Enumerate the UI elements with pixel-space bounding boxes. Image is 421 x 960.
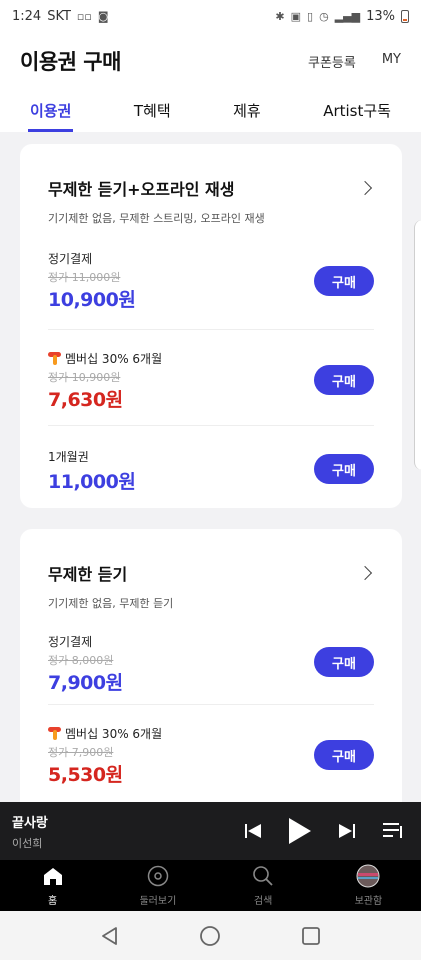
plan-label: 정기결제	[48, 252, 93, 266]
search-icon	[251, 864, 275, 888]
nav-home-label: 홈	[48, 896, 58, 907]
nav-search[interactable]: 검색	[223, 864, 303, 907]
card-title: 무제한 듣기+오프라인 재생	[48, 180, 235, 199]
card-header[interactable]: 무제한 듣기+오프라인 재생	[48, 144, 374, 200]
home-button-icon[interactable]	[199, 925, 221, 947]
coupon-register-link[interactable]: 쿠폰등록	[308, 52, 356, 71]
tab-artist-subscription[interactable]: Artist구독	[323, 90, 391, 132]
nav-home[interactable]: 홈	[13, 864, 93, 907]
previous-track-icon[interactable]	[245, 823, 261, 839]
battery-percent: 13%	[366, 8, 395, 24]
nav-library-label: 보관함	[354, 896, 383, 907]
back-icon[interactable]	[99, 925, 121, 947]
plan-label: 멤버십 30% 6개월	[65, 727, 163, 741]
status-carrier: SKT	[47, 8, 71, 24]
bluetooth-icon: ✱	[275, 9, 285, 23]
buy-button[interactable]: 구매	[314, 365, 374, 395]
page-header: 이용권 구매 쿠폰등록 MY	[0, 32, 421, 90]
card-description: 기기제한 없음, 무제한 스트리밍, 오프라인 재생	[48, 212, 265, 225]
mini-player[interactable]: 끝사랑 이선희	[0, 802, 421, 860]
bottom-navigation: 홈 둘러보기 검색 보관함	[0, 860, 421, 911]
buy-button[interactable]: 구매	[314, 740, 374, 770]
nav-browse[interactable]: 둘러보기	[118, 864, 198, 907]
recents-icon[interactable]	[300, 925, 322, 947]
pass-card-unlimited: 무제한 듣기 기기제한 없음, 무제한 듣기 정기결제 정가 8,000원 7,…	[20, 529, 402, 802]
status-bar: 1:24 SKT ▫▫ ◙ ✱ ▣ ▯ ◷ ▂▄▆ 13%	[0, 0, 421, 32]
next-track-icon[interactable]	[339, 823, 355, 839]
playlist-icon[interactable]	[383, 822, 403, 840]
t-membership-logo-icon	[48, 727, 61, 740]
plan-label: 멤버십 30% 6개월	[65, 352, 163, 366]
signal-icon: ▂▄▆	[334, 9, 361, 23]
my-link[interactable]: MY	[382, 52, 401, 71]
tab-bar: 이용권 T혜택 제휴 Artist구독	[0, 90, 421, 132]
notification-icon: ▫▫	[76, 9, 92, 23]
home-icon	[41, 864, 65, 888]
status-time: 1:24	[12, 8, 42, 24]
now-playing-info[interactable]: 끝사랑 이선희	[12, 812, 48, 851]
battery-icon	[401, 9, 409, 23]
now-playing-title: 끝사랑	[12, 815, 48, 831]
t-membership-logo-icon	[48, 352, 61, 365]
edge-panel-handle[interactable]	[414, 220, 421, 470]
alarm-icon: ◷	[319, 9, 329, 23]
buy-button[interactable]: 구매	[314, 266, 374, 296]
system-navigation-bar	[0, 911, 421, 960]
nav-search-label: 검색	[253, 896, 273, 907]
tab-t-benefits[interactable]: T혜택	[134, 90, 171, 132]
gamepad-icon: ◙	[97, 9, 109, 23]
card-title: 무제한 듣기	[48, 565, 128, 584]
buy-button[interactable]: 구매	[314, 454, 374, 484]
page-title: 이용권 구매	[20, 50, 121, 74]
plan-row: 정기결제 정가 11,000원 10,900원 구매	[48, 226, 374, 330]
nav-browse-label: 둘러보기	[139, 896, 177, 907]
buy-button[interactable]: 구매	[314, 647, 374, 677]
play-icon[interactable]	[289, 818, 311, 844]
plan-row: 정기결제 정가 8,000원 7,900원 구매	[48, 611, 374, 705]
card-description: 기기제한 없음, 무제한 듣기	[48, 597, 174, 610]
pass-list[interactable]: 무제한 듣기+오프라인 재생 기기제한 없음, 무제한 스트리밍, 오프라인 재…	[0, 132, 421, 802]
tab-passes[interactable]: 이용권	[27, 90, 74, 132]
plan-row: 멤버십 30% 6개월 정가 7,900원 5,530원 구매	[48, 705, 374, 801]
plan-row: 멤버십 30% 6개월 정가 10,900원 7,630원 구매	[48, 330, 374, 426]
card-header[interactable]: 무제한 듣기	[48, 529, 374, 585]
nav-library[interactable]: 보관함	[328, 864, 408, 907]
chevron-right-icon[interactable]	[357, 565, 373, 581]
vibrate-icon: ▯	[307, 9, 314, 23]
pass-card-unlimited-offline: 무제한 듣기+오프라인 재생 기기제한 없음, 무제한 스트리밍, 오프라인 재…	[20, 144, 402, 508]
tab-partnership[interactable]: 제휴	[233, 90, 261, 132]
now-playing-artist: 이선희	[12, 836, 43, 850]
nfc-icon: ▣	[290, 9, 302, 23]
chevron-right-icon[interactable]	[357, 180, 373, 196]
avatar-icon	[356, 864, 380, 888]
plan-row: 1개월권 11,000원 구매	[48, 426, 374, 506]
disc-icon	[146, 864, 170, 888]
